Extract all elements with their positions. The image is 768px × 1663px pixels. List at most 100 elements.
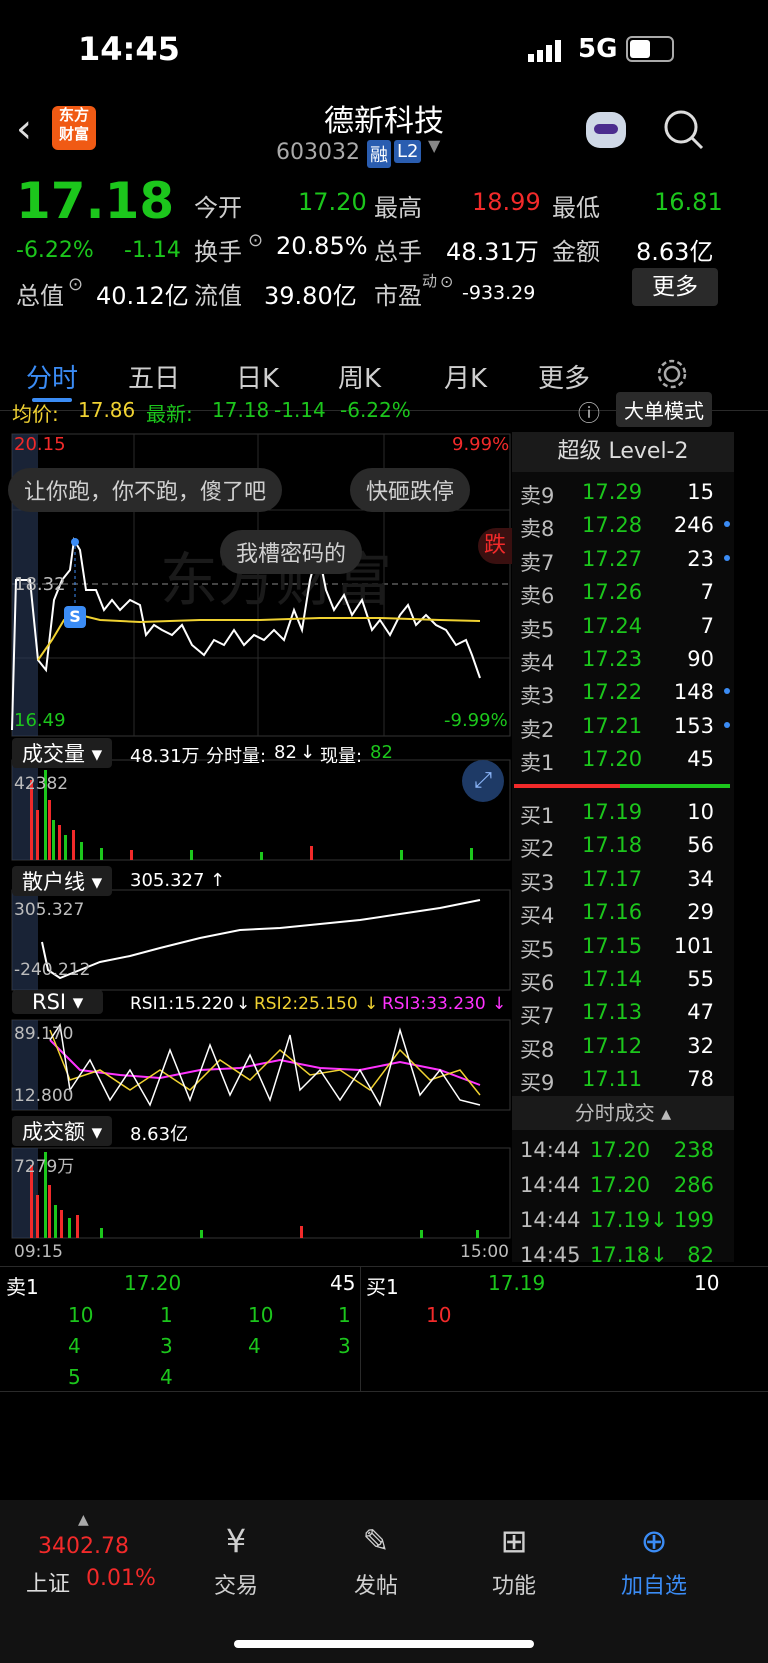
status-bar: 14:45 5G — [0, 0, 768, 100]
queue-ask-order: 4 — [68, 1334, 81, 1358]
more-button[interactable]: 更多 — [632, 268, 718, 306]
queue-ask-label: 卖1 — [6, 1275, 39, 1299]
bids-vol: 55 — [687, 967, 714, 991]
queue-ask-order: 4 — [160, 1365, 173, 1389]
bids-label: 买2 — [520, 837, 555, 862]
asks-row[interactable]: 卖1 17.20 45 — [512, 743, 734, 777]
asks-price: 17.27 — [582, 546, 643, 571]
bids-label: 买7 — [520, 1004, 555, 1029]
add-watchlist-button[interactable]: ⊕ 加自选 — [594, 1522, 714, 1600]
bids-row[interactable]: 买4 17.16 29 — [512, 896, 734, 930]
bottom-price-label: 16.49 — [14, 710, 66, 731]
tab-more[interactable]: 更多 — [538, 358, 590, 395]
function-label: 功能 — [491, 1574, 536, 1599]
chevron-down-icon[interactable]: ▼ — [428, 136, 440, 155]
help-icon[interactable]: ⓘ — [578, 396, 600, 428]
retail-value: 305.327 — [130, 870, 205, 891]
trade-price: 17.19↓ — [590, 1208, 668, 1232]
queue-ask-order: 1 — [338, 1303, 351, 1327]
bids-row[interactable]: 买1 17.19 10 — [512, 796, 734, 830]
asks-vol: 45 — [687, 747, 714, 772]
bids-vol: 56 — [687, 833, 714, 858]
amount-label: 金额 — [552, 238, 600, 266]
bids-price: 17.12 — [582, 1033, 643, 1058]
tab-day-k[interactable]: 日K — [236, 358, 279, 395]
asks-row[interactable]: 卖6 17.26 7 — [512, 576, 734, 610]
bids-label: 买4 — [520, 904, 555, 929]
info-icon[interactable]: ⊙ — [440, 272, 453, 291]
danmu-comment[interactable]: 跌 — [478, 528, 512, 564]
stock-code: 603032 — [276, 140, 360, 165]
post-button[interactable]: ✎ 发帖 — [316, 1522, 436, 1600]
rsi-panel-title[interactable]: RSI ▾ — [12, 990, 104, 1014]
rsi1-value: RSI1:15.220 — [130, 994, 234, 1014]
info-icon[interactable]: ⊙ — [68, 274, 83, 295]
bids-label: 买6 — [520, 971, 555, 995]
expand-icon[interactable]: ⤢ — [462, 760, 504, 802]
bids-row[interactable]: 买2 17.18 56 — [512, 829, 734, 863]
asks-row[interactable]: 卖7 17.27 23 — [512, 543, 734, 577]
amount-panel-title[interactable]: 成交额 ▾ — [12, 1116, 113, 1146]
asks-label: 卖7 — [520, 550, 555, 575]
bids-row[interactable]: 买6 17.14 55 — [512, 963, 734, 997]
volume-panel-title[interactable]: 成交量 ▾ — [12, 738, 113, 768]
info-icon[interactable]: ⊙ — [248, 230, 263, 251]
bids-vol: 10 — [687, 800, 714, 824]
asks-row[interactable]: 卖4 17.23 90 — [512, 643, 734, 677]
asks-row[interactable]: 卖3 17.22 148 — [512, 676, 734, 710]
tab-week-k[interactable]: 周K — [338, 358, 381, 395]
robot-assistant-icon[interactable] — [586, 112, 626, 148]
danmu-comment[interactable]: 快砸跌停 — [350, 468, 471, 512]
bids-vol: 34 — [687, 866, 714, 891]
bids-price: 17.11 — [582, 1067, 643, 1092]
signal-icon — [528, 40, 564, 62]
asks-row[interactable]: 卖5 17.24 7 — [512, 610, 734, 644]
open-label: 今开 — [194, 194, 242, 222]
trades-header[interactable]: 分时成交 ▴ — [512, 1096, 734, 1130]
tab-intraday[interactable]: 分时 — [26, 358, 78, 395]
danmu-comment[interactable]: 让你跑，你不跑，傻了吧 — [8, 468, 283, 512]
trade-price: 17.18↓ — [590, 1243, 668, 1267]
prev-close-label: 18.32 — [14, 574, 66, 595]
level2-title[interactable]: 超级 Level-2 — [512, 432, 734, 472]
danmu-comment[interactable]: 我槽密码的 — [220, 530, 363, 574]
asks-label: 卖9 — [520, 484, 555, 508]
bids-row[interactable]: 买8 17.12 32 — [512, 1030, 734, 1064]
retail-line — [41, 899, 481, 980]
bids-row[interactable]: 买7 17.13 47 — [512, 996, 734, 1030]
bids-price: 17.18 — [582, 833, 643, 858]
asks-price: 17.28 — [582, 513, 643, 538]
asks-row[interactable]: 卖2 17.21 153 — [512, 710, 734, 744]
rsi2-value: RSI2:25.150 — [254, 994, 358, 1014]
current-volume: 82 — [370, 742, 393, 763]
trade-time: 14:45 — [520, 1243, 581, 1267]
latest-label: 最新: — [146, 402, 193, 426]
trade-button[interactable]: ¥ 交易 — [176, 1522, 296, 1600]
function-button[interactable]: ⊞ 功能 — [454, 1522, 574, 1600]
bids-vol: 32 — [687, 1033, 714, 1058]
retail-top-label: 305.327 — [14, 900, 85, 920]
volume-max-label: 42382 — [14, 774, 69, 794]
post-label: 发帖 — [353, 1574, 398, 1599]
search-icon[interactable] — [662, 108, 706, 152]
bids-row[interactable]: 买5 17.15 101 — [512, 930, 734, 964]
trade-time: 14:44 — [520, 1208, 581, 1232]
bids-label: 买1 — [520, 804, 555, 828]
asks-price: 17.22 — [582, 680, 643, 705]
index-change: 0.01% — [86, 1566, 156, 1591]
tab-month-k[interactable]: 月K — [444, 358, 487, 395]
bids-row[interactable]: 买3 17.17 34 — [512, 863, 734, 897]
volume-label: 总手 — [374, 238, 422, 266]
quote-panel: 17.18 -6.22% -1.14 今开 17.20 最高 18.99 最低 … — [0, 172, 768, 340]
settings-gear-icon[interactable] — [656, 358, 688, 390]
retail-panel-title[interactable]: 散户线 ▾ — [12, 866, 113, 896]
sell-marker[interactable]: S — [64, 606, 86, 628]
index-value: 3402.78 — [38, 1534, 129, 1559]
asks-price: 17.23 — [582, 647, 643, 671]
asks-row[interactable]: 卖9 17.29 15 — [512, 476, 734, 510]
big-order-mode-button[interactable]: 大单模式 — [616, 392, 712, 427]
stock-header: ‹ 东方 财富 德新科技 603032 融 L2 ▼ — [0, 100, 768, 180]
asks-row[interactable]: 卖8 17.28 246 — [512, 509, 734, 543]
tab-5day[interactable]: 五日 — [128, 358, 180, 395]
bids-row[interactable]: 买9 17.11 78 — [512, 1063, 734, 1097]
